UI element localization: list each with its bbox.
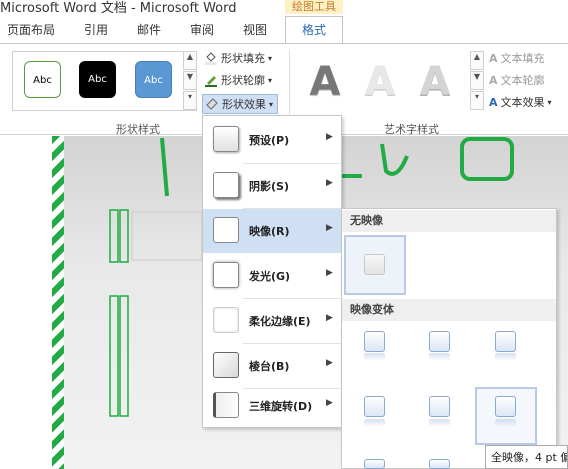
chevron-right-icon: ▶ <box>326 398 333 408</box>
gallery-scroll-down[interactable]: ▼ <box>183 71 197 90</box>
wordart-scroll-up[interactable]: ▲ <box>470 51 484 70</box>
reflection-variant-1-shadow <box>364 353 385 361</box>
no-reflection-thumb <box>364 254 385 275</box>
chevron-down-icon: ▾ <box>268 75 273 85</box>
chevron-right-icon: ▶ <box>326 223 333 233</box>
shape-effects-menu: 预设(P) ▶ 阴影(S) ▶ 映像(R) ▶ 发光(G) ▶ 柔化边缘(E) … <box>202 115 342 428</box>
reflection-variant-4[interactable] <box>364 396 385 417</box>
menu-item-reflection[interactable]: 映像(R) ▶ <box>203 209 341 253</box>
chevron-down-icon: ▾ <box>547 97 552 107</box>
bevel-icon <box>213 352 239 378</box>
text-fill-button[interactable]: A 文本填充 <box>489 50 545 66</box>
soft-edges-icon <box>213 307 239 333</box>
text-outline-button[interactable]: A 文本轮廓 <box>489 72 545 88</box>
gallery-scroll-up[interactable]: ▲ <box>183 51 197 70</box>
chevron-right-icon: ▶ <box>326 178 333 188</box>
shape-styles-group-label: 形状样式 <box>116 123 160 136</box>
chevron-right-icon: ▶ <box>326 358 333 368</box>
tab-format[interactable]: 格式 <box>285 16 343 44</box>
menu-item-preset[interactable]: 预设(P) ▶ <box>203 118 341 162</box>
wordart-scroll-down[interactable]: ▼ <box>470 71 484 90</box>
tab-mailings[interactable]: 邮件 <box>137 21 161 38</box>
wordart-styles-group-label: 艺术字样式 <box>384 123 439 136</box>
tab-review[interactable]: 审阅 <box>190 21 214 38</box>
shape-style-2[interactable]: Abc <box>79 61 116 98</box>
chevron-down-icon: ▾ <box>269 99 274 109</box>
chevron-down-icon: ▾ <box>268 53 273 63</box>
paint-bucket-icon <box>204 51 218 65</box>
wordart-expand[interactable]: ▾ <box>470 91 484 110</box>
menu-item-soft-edges[interactable]: 柔化边缘(E) ▶ <box>203 299 341 343</box>
chevron-right-icon: ▶ <box>326 132 333 142</box>
menu-item-bevel[interactable]: 棱台(B) ▶ <box>203 344 341 388</box>
tab-references[interactable]: 引用 <box>84 21 108 38</box>
chevron-right-icon: ▶ <box>326 313 333 323</box>
wordart-style-3[interactable]: A <box>410 57 460 107</box>
shape-style-3[interactable]: Abc <box>135 61 172 98</box>
3d-rotation-icon <box>213 392 239 418</box>
text-fill-icon: A <box>489 51 498 65</box>
reflection-variant-7[interactable] <box>364 459 385 469</box>
shadow-icon <box>213 172 239 198</box>
tab-view[interactable]: 视图 <box>243 21 267 38</box>
preset-icon <box>213 126 239 152</box>
wordart-style-1[interactable]: A <box>300 57 350 107</box>
gallery-expand[interactable]: ▾ <box>183 91 197 110</box>
reflection-submenu: 无映像 映像变体 <box>341 208 557 469</box>
shape-outline-button[interactable]: 形状轮廓 ▾ <box>204 72 272 88</box>
reflection-variant-4-shadow <box>364 419 385 427</box>
shape-effects-button[interactable]: 形状效果 ▾ <box>202 94 279 114</box>
reflection-variant-5-shadow <box>429 419 450 427</box>
shape-style-1[interactable]: Abc <box>24 61 61 98</box>
reflection-variant-2-shadow <box>429 353 450 361</box>
tab-page-layout[interactable]: 页面布局 <box>7 21 55 38</box>
reflection-variant-5[interactable] <box>429 396 450 417</box>
text-effects-icon: A <box>489 95 498 109</box>
pen-icon <box>204 73 218 87</box>
drawing-tools-context-tab: 绘图工具 <box>285 0 343 14</box>
wordart-style-2[interactable]: A <box>355 57 405 107</box>
shape-fill-button[interactable]: 形状填充 ▾ <box>204 50 272 66</box>
reflection-variant-2[interactable] <box>429 331 450 352</box>
glow-icon <box>213 262 239 288</box>
title-bar: Microsoft Word 文档 - Microsoft Word 绘图工具 <box>0 0 568 16</box>
text-effects-button[interactable]: A 文本效果 ▾ <box>489 94 552 110</box>
reflection-variant-8[interactable] <box>429 459 450 469</box>
reflection-variant-3-shadow <box>495 353 516 361</box>
no-reflection-header: 无映像 <box>342 210 556 232</box>
text-outline-icon: A <box>489 73 498 87</box>
chevron-right-icon: ▶ <box>326 268 333 278</box>
reflection-icon <box>213 217 239 243</box>
reflection-variations-header: 映像变体 <box>342 299 556 321</box>
reflection-variant-6[interactable] <box>495 396 516 417</box>
reflection-variant-6-shadow <box>495 419 516 427</box>
menu-item-glow[interactable]: 发光(G) ▶ <box>203 254 341 298</box>
tooltip: 全映像，4 pt 偏移量 <box>485 445 568 469</box>
menu-item-3d-rotation[interactable]: 三维旋转(D) ▶ <box>203 384 341 428</box>
menu-item-shadow[interactable]: 阴影(S) ▶ <box>203 164 341 208</box>
shape-effects-icon <box>205 97 219 111</box>
reflection-variant-1[interactable] <box>364 331 385 352</box>
reflection-variant-3[interactable] <box>495 331 516 352</box>
